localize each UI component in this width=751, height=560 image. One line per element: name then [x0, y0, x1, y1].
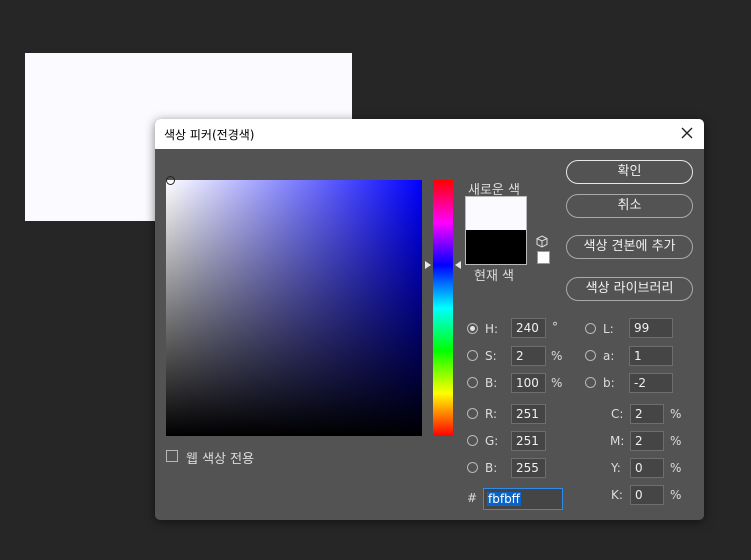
- ok-button[interactable]: 확인: [566, 160, 693, 184]
- b-field[interactable]: 100: [511, 373, 546, 393]
- h-field[interactable]: 240: [511, 318, 546, 338]
- m-field[interactable]: 2: [630, 431, 664, 451]
- radio-s[interactable]: [467, 350, 478, 361]
- label-y: Y:: [611, 461, 621, 475]
- hex-label: #: [467, 491, 478, 505]
- radio-b[interactable]: [467, 377, 478, 388]
- hex-field[interactable]: fbfbff: [483, 488, 563, 510]
- k-unit: %: [670, 488, 682, 502]
- radio-g[interactable]: [467, 435, 478, 446]
- web-safe-swatch[interactable]: [537, 251, 550, 264]
- label-h: H:: [485, 322, 499, 336]
- hue-slider-left-arrow[interactable]: [424, 261, 432, 269]
- new-color-swatch: [465, 196, 527, 231]
- rgb-b-field[interactable]: 255: [511, 458, 546, 478]
- cancel-button[interactable]: 취소: [566, 194, 693, 218]
- l-field[interactable]: 99: [629, 318, 673, 338]
- label-g: G:: [485, 434, 499, 448]
- label-l: L:: [603, 322, 614, 336]
- hex-value: fbfbff: [487, 492, 521, 506]
- y-unit: %: [670, 461, 682, 475]
- web-only-checkbox[interactable]: [166, 450, 178, 462]
- g-field[interactable]: 251: [511, 431, 546, 451]
- add-to-swatches-button[interactable]: 색상 견본에 추가: [566, 235, 693, 259]
- m-unit: %: [670, 434, 682, 448]
- label-r: R:: [485, 407, 498, 421]
- hue-slider-right-arrow[interactable]: [454, 261, 462, 269]
- color-field[interactable]: [166, 180, 422, 436]
- dialog-title: 색상 피커(전경색): [164, 128, 255, 142]
- c-field[interactable]: 2: [630, 404, 664, 424]
- radio-a[interactable]: [585, 350, 596, 361]
- label-s: S:: [485, 349, 497, 363]
- radio-l[interactable]: [585, 323, 596, 334]
- b-unit: %: [551, 376, 563, 390]
- label-k: K:: [611, 488, 623, 502]
- color-field-marker[interactable]: [166, 176, 175, 185]
- r-field[interactable]: 251: [511, 404, 546, 424]
- label-a: a:: [603, 349, 615, 363]
- radio-r[interactable]: [467, 408, 478, 419]
- k-field[interactable]: 0: [630, 485, 664, 505]
- lab-b-field[interactable]: -2: [629, 373, 673, 393]
- hue-slider[interactable]: [433, 180, 453, 436]
- color-picker-dialog: 색상 피커(전경색) 새로운 색 현재 색 확인 취소 색상 견본에 추가 색상…: [155, 119, 704, 520]
- current-color-label: 현재 색: [474, 269, 515, 284]
- close-icon[interactable]: [678, 124, 696, 142]
- s-unit: %: [551, 349, 563, 363]
- current-color-swatch[interactable]: [465, 230, 527, 265]
- web-only-label: 웹 색상 전용: [186, 452, 255, 467]
- dialog-titlebar: 색상 피커(전경색): [155, 119, 704, 149]
- c-unit: %: [670, 407, 682, 421]
- h-unit: °: [552, 320, 558, 334]
- radio-lab-b[interactable]: [585, 377, 596, 388]
- s-field[interactable]: 2: [511, 346, 546, 366]
- label-rgb-b: B:: [485, 461, 498, 475]
- radio-rgb-b[interactable]: [467, 462, 478, 473]
- label-lab-b: b:: [603, 376, 615, 390]
- cube-icon[interactable]: [535, 235, 549, 249]
- label-b: B:: [485, 376, 498, 390]
- a-field[interactable]: 1: [629, 346, 673, 366]
- label-m: M:: [610, 434, 625, 448]
- label-c: C:: [611, 407, 624, 421]
- y-field[interactable]: 0: [630, 458, 664, 478]
- color-libraries-button[interactable]: 색상 라이브러리: [566, 277, 693, 301]
- radio-h[interactable]: [467, 323, 478, 334]
